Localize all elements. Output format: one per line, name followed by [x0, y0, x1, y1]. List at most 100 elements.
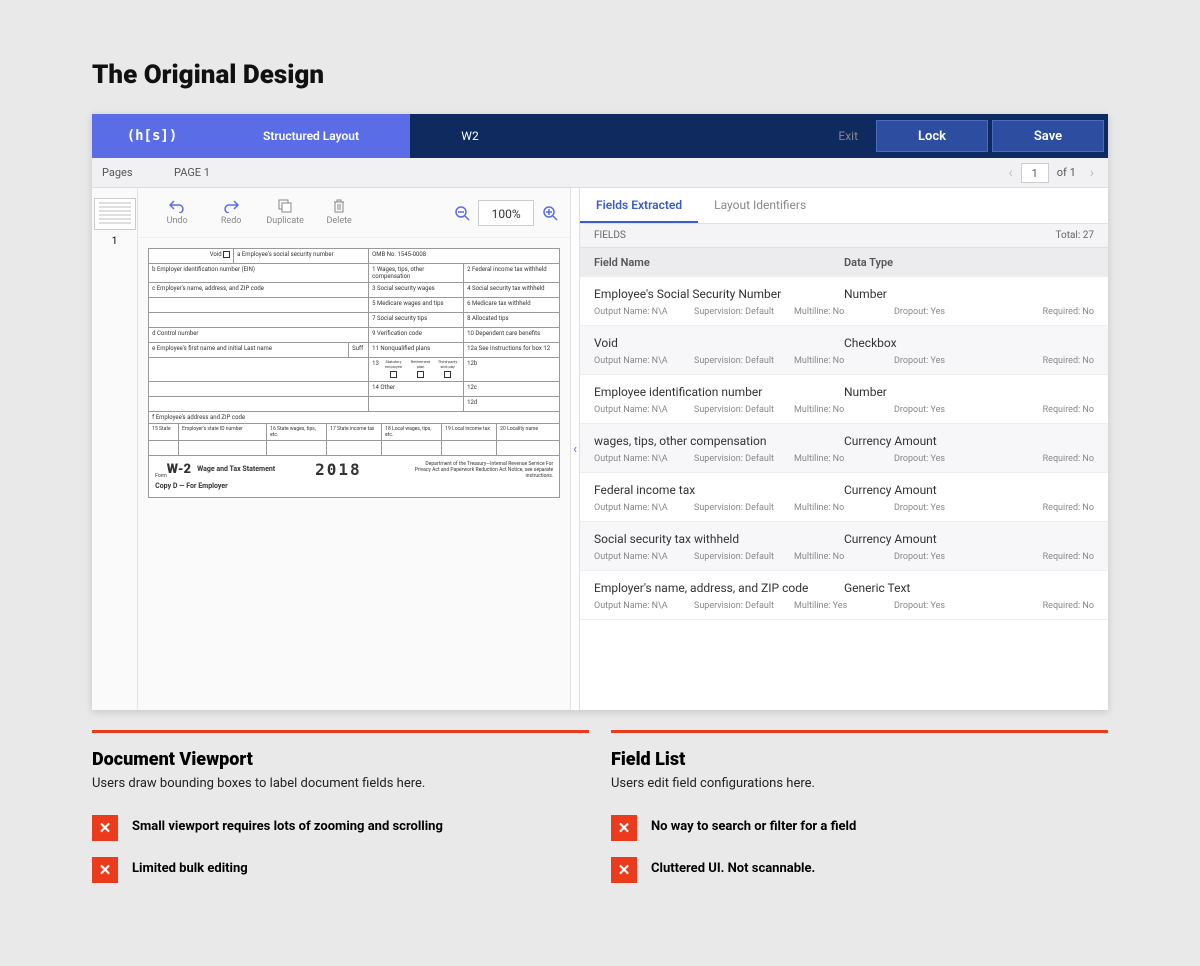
annotation-right: Field List Users edit field configuratio… — [611, 730, 1108, 899]
issue-text: Limited bulk editing — [132, 857, 248, 876]
tab-w2[interactable]: W2 — [410, 114, 530, 158]
zoom-out-icon[interactable] — [454, 205, 470, 221]
field-type: Number — [844, 385, 887, 399]
tab-fields-extracted[interactable]: Fields Extracted — [580, 188, 698, 223]
collapse-handle[interactable]: ‹ — [570, 188, 580, 710]
x-icon: ✕ — [611, 857, 637, 883]
field-multiline: Multiline: No — [794, 552, 894, 562]
duplicate-button[interactable]: Duplicate — [258, 199, 312, 226]
exit-link[interactable]: Exit — [820, 114, 876, 158]
document-canvas[interactable]: Void a Employee's social security number… — [138, 238, 570, 710]
zoom-input[interactable]: 100% — [478, 200, 534, 226]
toolbar: Undo Redo Duplicate Delete 100% — [138, 188, 570, 238]
fields-label: FIELDS — [594, 230, 626, 241]
field-name: Federal income tax — [594, 483, 844, 497]
field-dropout: Dropout: Yes — [894, 503, 994, 513]
field-required: Required: No — [994, 307, 1094, 317]
field-dropout: Dropout: Yes — [894, 307, 994, 317]
tab-layout-identifiers[interactable]: Layout Identifiers — [698, 188, 822, 223]
sidebar: 1 — [92, 188, 138, 710]
app-window: (h[s]) Structured Layout W2 Exit Lock Sa… — [92, 114, 1108, 710]
field-dropout: Dropout: Yes — [894, 552, 994, 562]
field-multiline: Multiline: No — [794, 356, 894, 366]
annotations: Document Viewport Users draw bounding bo… — [92, 730, 1108, 899]
field-output: Output Name: N\A — [594, 356, 694, 366]
undo-button[interactable]: Undo — [150, 199, 204, 226]
field-supervision: Supervision: Default — [694, 601, 794, 611]
delete-button[interactable]: Delete — [312, 199, 366, 226]
field-multiline: Multiline: No — [794, 405, 894, 415]
field-supervision: Supervision: Default — [694, 454, 794, 464]
field-type: Checkbox — [844, 336, 897, 350]
field-row[interactable]: Federal income taxCurrency Amount Output … — [580, 473, 1108, 522]
field-row[interactable]: Employee's Social Security NumberNumberO… — [580, 277, 1108, 326]
field-type: Currency Amount — [844, 483, 937, 497]
field-output: Output Name: N\A — [594, 405, 694, 415]
field-name: Void — [594, 336, 844, 350]
field-output: Output Name: N\A — [594, 552, 694, 562]
pages-label: Pages — [92, 166, 162, 179]
field-dropout: Dropout: Yes — [894, 454, 994, 464]
field-row[interactable]: Social security tax withheldCurrency Amo… — [580, 522, 1108, 571]
subheader: Pages PAGE 1 ‹ 1 of 1 › — [92, 158, 1108, 188]
field-supervision: Supervision: Default — [694, 356, 794, 366]
pager-of: of 1 — [1051, 166, 1082, 179]
field-type: Generic Text — [844, 581, 910, 595]
field-required: Required: No — [994, 601, 1094, 611]
tab-structured-layout[interactable]: Structured Layout — [212, 114, 410, 158]
field-required: Required: No — [994, 405, 1094, 415]
w2-form: Void a Employee's social security number… — [148, 248, 560, 498]
issue-item: ✕ Small viewport requires lots of zooming… — [92, 815, 589, 841]
pager-next-icon[interactable]: › — [1084, 165, 1100, 181]
field-row[interactable]: VoidCheckbox Output Name: N\ASupervision:… — [580, 326, 1108, 375]
field-required: Required: No — [994, 552, 1094, 562]
page-thumb[interactable] — [94, 198, 136, 230]
fields-total: Total: 27 — [1056, 230, 1094, 241]
pager-prev-icon[interactable]: ‹ — [1003, 165, 1019, 181]
anno-title-left: Document Viewport — [92, 749, 589, 770]
field-output: Output Name: N\A — [594, 503, 694, 513]
redo-button[interactable]: Redo — [204, 199, 258, 226]
field-name: Employer's name, address, and ZIP code — [594, 581, 844, 595]
issue-text: Small viewport requires lots of zooming … — [132, 815, 443, 834]
anno-sub-right: Users edit field configurations here. — [611, 776, 1108, 791]
field-multiline: Multiline: No — [794, 307, 894, 317]
field-required: Required: No — [994, 454, 1094, 464]
field-supervision: Supervision: Default — [694, 307, 794, 317]
issue-text: Cluttered UI. Not scannable. — [651, 857, 815, 876]
field-dropout: Dropout: Yes — [894, 405, 994, 415]
page-label[interactable]: PAGE 1 — [162, 166, 210, 179]
issue-item: ✕ Limited bulk editing — [92, 857, 589, 883]
col-data-type: Data Type — [844, 256, 893, 269]
pager-input[interactable]: 1 — [1021, 163, 1049, 183]
field-panel: Fields Extracted Layout Identifiers FIEL… — [580, 188, 1108, 710]
lock-button[interactable]: Lock — [876, 120, 988, 152]
field-row[interactable]: Employee identification numberNumber Outp… — [580, 375, 1108, 424]
save-button[interactable]: Save — [992, 120, 1104, 152]
field-row[interactable]: Employer's name, address, and ZIP codeGe… — [580, 571, 1108, 620]
redline — [92, 730, 589, 733]
field-name: Employee's Social Security Number — [594, 287, 844, 301]
field-multiline: Multiline: No — [794, 503, 894, 513]
field-output: Output Name: N\A — [594, 601, 694, 611]
thumb-number: 1 — [92, 236, 137, 247]
x-icon: ✕ — [92, 857, 118, 883]
app-header: (h[s]) Structured Layout W2 Exit Lock Sa… — [92, 114, 1108, 158]
anno-title-right: Field List — [611, 749, 1108, 770]
col-field-name: Field Name — [594, 256, 844, 269]
field-multiline: Multiline: Yes — [794, 601, 894, 611]
field-row[interactable]: wages, tips, other compensationCurrency … — [580, 424, 1108, 473]
issue-item: ✕No way to search or filter for a field — [611, 815, 1108, 841]
anno-sub-left: Users draw bounding boxes to label docum… — [92, 776, 589, 791]
issue-text: No way to search or filter for a field — [651, 815, 856, 834]
field-name: Employee identification number — [594, 385, 844, 399]
document-viewport: Undo Redo Duplicate Delete 100% Void a E… — [138, 188, 570, 710]
field-dropout: Dropout: Yes — [894, 356, 994, 366]
x-icon: ✕ — [92, 815, 118, 841]
field-output: Output Name: N\A — [594, 454, 694, 464]
field-supervision: Supervision: Default — [694, 552, 794, 562]
annotation-left: Document Viewport Users draw bounding bo… — [92, 730, 589, 899]
field-name: wages, tips, other compensation — [594, 434, 844, 448]
zoom-in-icon[interactable] — [542, 205, 558, 221]
field-required: Required: No — [994, 356, 1094, 366]
